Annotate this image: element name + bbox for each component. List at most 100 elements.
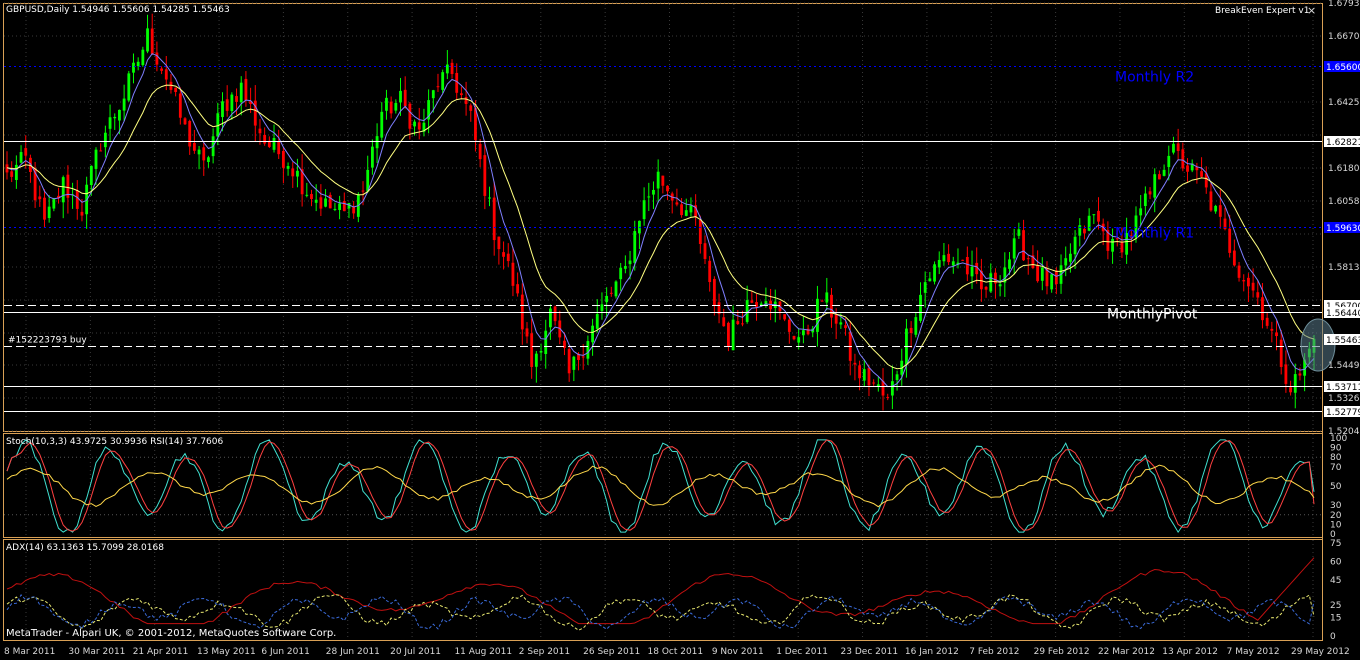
- candle-body: [506, 253, 510, 262]
- candle-body: [965, 257, 969, 275]
- candle-body: [413, 121, 416, 127]
- candle-body: [750, 300, 754, 303]
- candle-body: [834, 314, 838, 324]
- candle-body: [787, 319, 791, 332]
- level-price-text: 1.62821: [1326, 138, 1360, 148]
- close-icon[interactable]: ×: [1307, 5, 1316, 17]
- price-tick-label: 1.53265: [1328, 394, 1360, 404]
- candle-body: [1068, 253, 1072, 262]
- candle-body: [197, 149, 201, 155]
- candle-body: [586, 341, 590, 359]
- candle-body: [61, 177, 65, 203]
- candle-body: [1026, 258, 1030, 260]
- expert-advisor-label: BreakEven Expert v1: [1215, 6, 1310, 16]
- pane-border-2: [3, 433, 1323, 538]
- candle-body: [1139, 208, 1143, 216]
- price-tick-label: 1.66705: [1328, 32, 1360, 42]
- candle-body: [609, 292, 613, 294]
- adx-tick-label: 0: [1330, 632, 1336, 642]
- candle-body: [595, 314, 599, 329]
- candle-body: [244, 78, 248, 101]
- candle-body: [118, 109, 121, 121]
- candle-body: [281, 150, 285, 168]
- candle-body: [445, 64, 449, 74]
- candle-body: [488, 197, 491, 199]
- candle-body: [155, 52, 159, 65]
- candle-body: [858, 365, 862, 379]
- candle-body: [830, 294, 833, 318]
- candle-body: [853, 362, 857, 365]
- pivot-levels[interactable]: Monthly R2 Monthly R1 MonthlyPivot #1522237…: [4, 66, 1322, 412]
- candle-body: [431, 90, 435, 99]
- candle-body: [1293, 374, 1297, 393]
- candle-body: [1143, 193, 1147, 207]
- candle-body: [235, 96, 238, 102]
- candle-body: [656, 171, 660, 189]
- candle-body: [1261, 297, 1264, 321]
- stoch-tick-label: 90: [1330, 444, 1342, 454]
- stoch-main-line: [6, 439, 1315, 534]
- date-tick-label: 2 Sep 2011: [519, 647, 570, 657]
- order-line-label: #152223793 buy: [8, 336, 87, 346]
- candle-body: [492, 197, 496, 241]
- candle-body: [783, 314, 787, 320]
- level-price-text: 1.59630: [1326, 224, 1360, 234]
- candle-body: [933, 264, 936, 282]
- candle-body: [1181, 149, 1185, 169]
- candle-body: [1148, 191, 1152, 195]
- level-label: Monthly R1: [1115, 226, 1194, 242]
- candle-body: [221, 101, 224, 118]
- adx-pane[interactable]: [6, 557, 1315, 631]
- date-tick-label: 26 Sep 2011: [583, 647, 640, 657]
- candle-body: [741, 323, 744, 325]
- candle-body: [712, 278, 716, 306]
- stoch-tick-label: 10: [1330, 520, 1342, 530]
- candle-body: [549, 308, 552, 328]
- candle-body: [525, 328, 529, 337]
- candle-body: [661, 175, 665, 186]
- candle-body: [146, 28, 149, 52]
- candle-body: [38, 196, 42, 200]
- candle-body: [1247, 277, 1250, 287]
- candle-body: [942, 255, 946, 262]
- candle-body: [1158, 174, 1161, 180]
- candle-body: [24, 148, 28, 156]
- candle-body: [984, 286, 988, 290]
- candle-body: [1022, 230, 1025, 261]
- date-tick-label: 13 Apr 2012: [1162, 647, 1218, 657]
- candle-body: [174, 87, 178, 93]
- stoch-tick-label: 100: [1330, 434, 1347, 444]
- moving-averages: [6, 53, 1315, 388]
- candle-body: [605, 295, 609, 303]
- candle-body: [52, 198, 56, 209]
- trading-chart[interactable]: Monthly R2 Monthly R1 MonthlyPivot #1522237…: [0, 0, 1360, 660]
- candle-body: [296, 170, 299, 177]
- candle-body: [417, 122, 421, 130]
- candle-body: [1275, 332, 1278, 337]
- adx-tick-label: 15: [1330, 613, 1341, 623]
- candle-body: [99, 150, 103, 152]
- candle-body: [19, 152, 23, 163]
- candle-body: [286, 166, 290, 169]
- candle-body: [108, 117, 112, 129]
- pane-border-1: [3, 3, 1323, 432]
- candle-body: [675, 202, 679, 205]
- candle-body: [1172, 143, 1175, 153]
- candle-body: [375, 136, 379, 149]
- date-tick-label: 1 Dec 2011: [776, 647, 828, 657]
- stoch-tick-label: 70: [1330, 463, 1342, 473]
- candle-body: [178, 93, 182, 118]
- candle-body: [820, 300, 824, 302]
- stochastic-rsi-pane[interactable]: [4, 439, 1322, 534]
- adx-line: [6, 557, 1315, 625]
- date-tick-label: 30 Mar 2011: [68, 647, 125, 657]
- candle-body: [919, 294, 922, 321]
- candle-body: [160, 68, 163, 71]
- candle-body: [272, 137, 276, 150]
- candle-body: [1120, 242, 1124, 253]
- candle-body: [80, 211, 84, 216]
- candle-body: [534, 353, 538, 367]
- candle-body: [867, 367, 871, 386]
- candle-body: [1073, 236, 1077, 255]
- candle-body: [909, 327, 913, 334]
